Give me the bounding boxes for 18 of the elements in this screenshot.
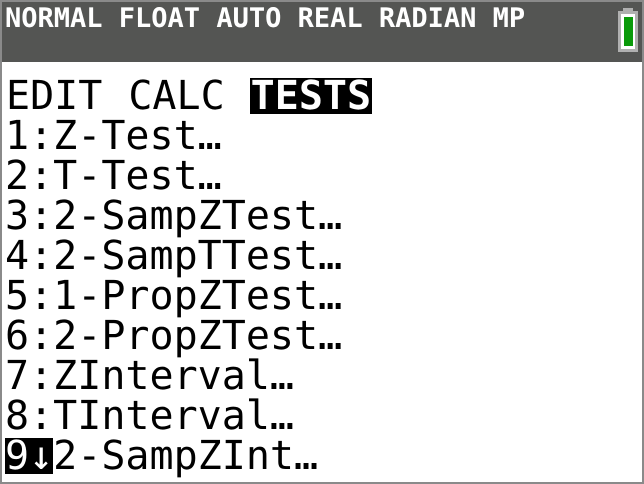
item-number[interactable]: 6: [5, 318, 54, 354]
menu-tab[interactable]: CALC [127, 78, 226, 114]
battery-icon [618, 8, 638, 52]
menu-item-label[interactable]: Z-Test… [53, 118, 222, 154]
item-number[interactable]: 9↓ [5, 438, 54, 474]
menu-tab[interactable]: EDIT [5, 78, 104, 114]
menu-tab[interactable]: TESTS [250, 78, 372, 114]
item-number[interactable]: 7: [5, 358, 54, 394]
menu-item-label[interactable]: TInterval… [53, 398, 294, 434]
item-number[interactable]: 8: [5, 398, 54, 434]
menu-item-label[interactable]: ZInterval… [53, 358, 294, 394]
item-number[interactable]: 5: [5, 278, 54, 314]
mode-status-text: NORMAL FLOAT AUTO REAL RADIAN MP [5, 4, 526, 34]
item-number[interactable]: 4: [5, 238, 54, 274]
item-number[interactable]: 3: [5, 198, 54, 234]
menu-item-label[interactable]: T-Test… [53, 158, 222, 194]
item-number[interactable]: 1: [5, 118, 54, 154]
item-number[interactable]: 2: [5, 158, 54, 194]
